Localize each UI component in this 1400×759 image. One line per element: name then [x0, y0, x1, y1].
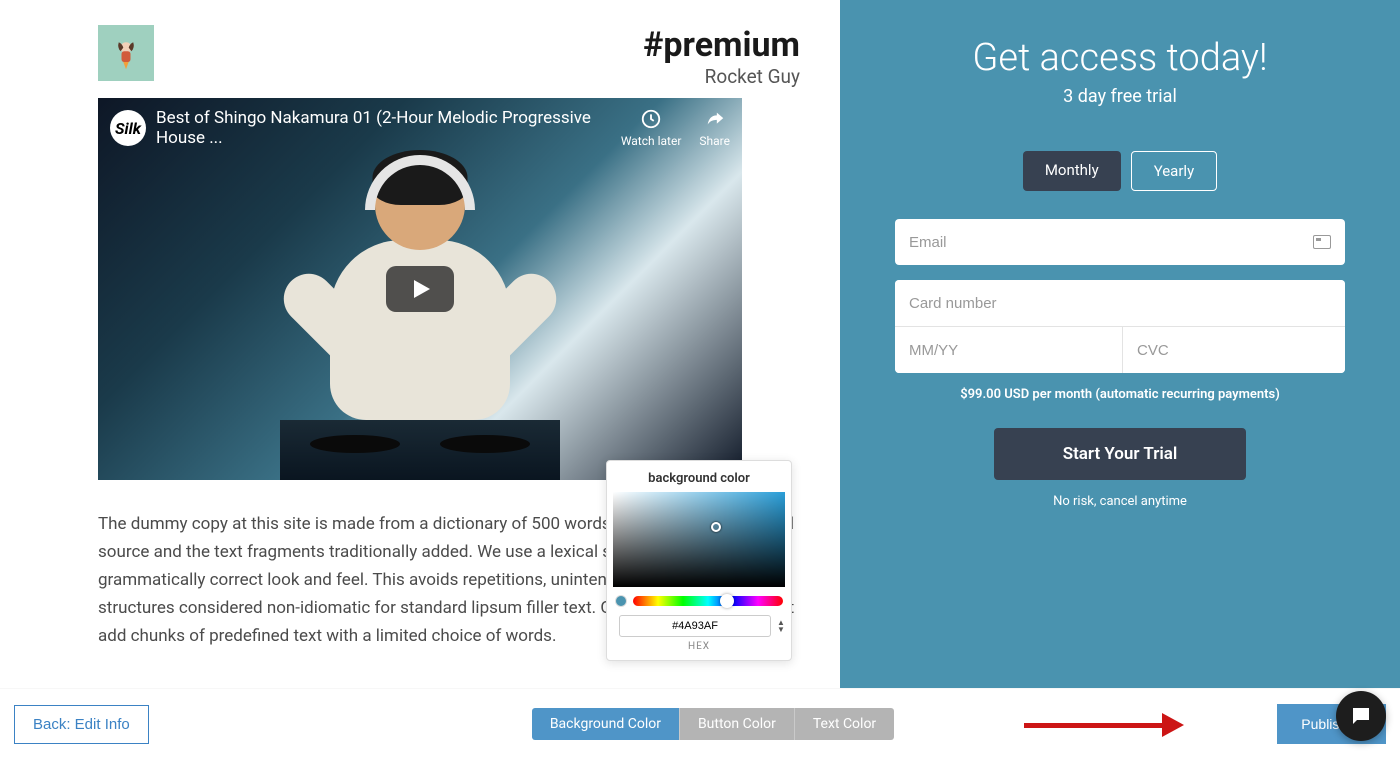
- clock-icon: [640, 108, 662, 130]
- video-player[interactable]: Silk Best of Shingo Nakamura 01 (2-Hour …: [98, 98, 742, 480]
- rocket-icon: [108, 35, 144, 71]
- title-block: #premium Rocket Guy: [643, 25, 800, 88]
- seg-button-color[interactable]: Button Color: [679, 708, 794, 740]
- seg-background-color[interactable]: Background Color: [532, 708, 679, 740]
- share-icon: [704, 108, 726, 130]
- email-field[interactable]: [909, 234, 1313, 251]
- email-row: [895, 219, 1345, 265]
- yearly-button[interactable]: Yearly: [1131, 151, 1217, 191]
- seg-text-color[interactable]: Text Color: [794, 708, 894, 740]
- video-title[interactable]: Best of Shingo Nakamura 01 (2-Hour Melod…: [156, 108, 621, 148]
- annotation-arrow: [1024, 717, 1184, 733]
- signup-panel: Get access today! 3 day free trial Month…: [840, 0, 1400, 688]
- hex-spinner[interactable]: ▲▼: [777, 619, 785, 633]
- saturation-cursor[interactable]: [711, 522, 721, 532]
- color-picker-label: background color: [607, 471, 791, 486]
- chat-widget[interactable]: [1336, 691, 1386, 741]
- price-note: $99.00 USD per month (automatic recurrin…: [895, 387, 1345, 402]
- hue-cursor[interactable]: [720, 594, 734, 608]
- expiry-field[interactable]: [909, 342, 1108, 359]
- monthly-button[interactable]: Monthly: [1023, 151, 1121, 191]
- play-button[interactable]: [386, 266, 454, 312]
- header-row: #premium Rocket Guy: [98, 25, 800, 88]
- contact-card-icon: [1313, 235, 1331, 249]
- bottom-bar: Back: Edit Info Background Color Button …: [0, 688, 1400, 759]
- watch-later-button[interactable]: Watch later: [621, 108, 682, 148]
- channel-logo[interactable]: Silk: [110, 110, 146, 146]
- saturation-panel[interactable]: [613, 492, 785, 587]
- chat-icon: [1349, 704, 1373, 728]
- avatar: [98, 25, 154, 81]
- color-picker-popup[interactable]: background color ▲▼ HEX: [606, 460, 792, 661]
- risk-note: No risk, cancel anytime: [895, 494, 1345, 509]
- card-number-field[interactable]: [909, 295, 1331, 312]
- page-title: #premium: [643, 25, 800, 65]
- card-group: [895, 280, 1345, 373]
- page-subtitle: Rocket Guy: [643, 65, 800, 88]
- cta-title: Get access today!: [890, 36, 1350, 80]
- color-target-segmented: Background Color Button Color Text Color: [532, 708, 894, 740]
- share-button[interactable]: Share: [699, 108, 730, 148]
- signup-form: $99.00 USD per month (automatic recurrin…: [895, 219, 1345, 509]
- trial-subtitle: 3 day free trial: [890, 86, 1350, 107]
- billing-toggle: Monthly Yearly: [890, 151, 1350, 191]
- hex-input[interactable]: [619, 615, 771, 637]
- video-topbar: Silk Best of Shingo Nakamura 01 (2-Hour …: [110, 108, 730, 148]
- hue-slider[interactable]: [633, 596, 783, 606]
- start-trial-button[interactable]: Start Your Trial: [994, 428, 1246, 480]
- current-color-swatch: [615, 595, 627, 607]
- back-button[interactable]: Back: Edit Info: [14, 705, 149, 744]
- hex-label: HEX: [607, 641, 791, 652]
- cvc-field[interactable]: [1137, 342, 1336, 359]
